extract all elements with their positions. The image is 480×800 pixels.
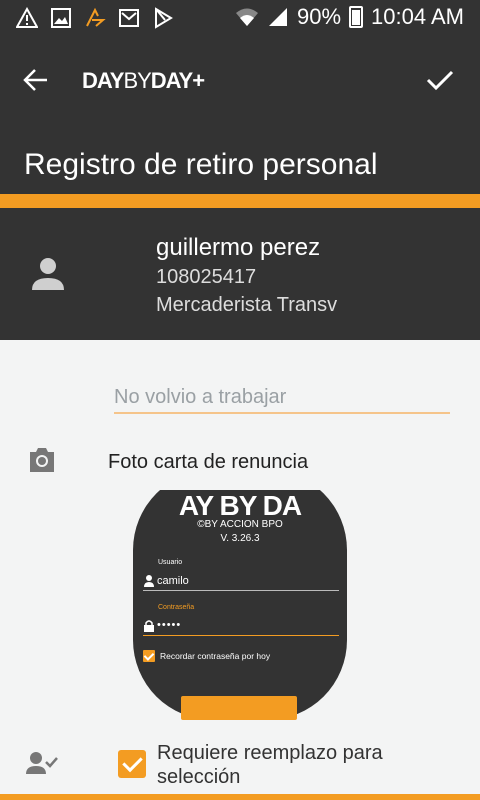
photo-content: AY BY DA ©BY ACCION BPO V. 3.26.3 Usuari… bbox=[133, 490, 347, 720]
replacement-checkbox[interactable] bbox=[118, 750, 146, 778]
preview-remember-label: Recordar contraseña por hoy bbox=[160, 651, 271, 661]
warning-icon bbox=[16, 7, 38, 28]
reason-value: No volvio a trabajar bbox=[114, 386, 287, 408]
preview-password-value: ••••• bbox=[157, 619, 182, 631]
play-store-icon bbox=[155, 7, 173, 29]
resignation-photo-preview[interactable]: AY BY DA ©BY ACCION BPO V. 3.26.3 Usuari… bbox=[133, 490, 347, 720]
preview-password-row: ••••• bbox=[143, 619, 339, 636]
status-bar: 90% 10:04 AM bbox=[0, 0, 480, 36]
employee-card: guillermo perez 108025417 Mercaderista T… bbox=[0, 208, 480, 340]
reason-field[interactable]: No volvio a trabajar bbox=[114, 372, 450, 414]
preview-remember: Recordar contraseña por hoy bbox=[143, 650, 270, 662]
image-icon bbox=[51, 8, 71, 28]
preview-brand: AY BY DA bbox=[178, 490, 302, 521]
bottom-accent-line bbox=[0, 794, 480, 800]
preview-by-line: ©BY ACCION BPO bbox=[197, 519, 283, 530]
photo-label: Foto carta de renuncia bbox=[108, 451, 309, 473]
wifi-icon bbox=[236, 8, 258, 26]
employee-document: 108025417 bbox=[156, 266, 257, 288]
preview-remember-checkbox bbox=[143, 650, 155, 662]
confirm-check-icon[interactable] bbox=[424, 64, 456, 96]
gmail-icon bbox=[119, 9, 139, 27]
app-bar: DAYBYDAY+ Registro de retiro personal bbox=[0, 36, 480, 194]
preview-password-label: Contraseña bbox=[158, 604, 195, 611]
employee-role: Mercaderista Transv bbox=[156, 294, 338, 316]
preview-user-row: camilo bbox=[143, 574, 339, 591]
user-icon bbox=[144, 575, 154, 587]
page-title: Registro de retiro personal bbox=[24, 148, 378, 181]
app-icon bbox=[86, 7, 106, 27]
signal-icon bbox=[269, 8, 287, 26]
clock: 10:04 AM bbox=[371, 4, 464, 29]
preview-user-value: camilo bbox=[157, 575, 189, 587]
preview-login-button bbox=[181, 696, 297, 720]
replacement-label: Requiere reemplazo para selección bbox=[157, 742, 383, 788]
lock-icon bbox=[144, 620, 154, 632]
person-icon bbox=[32, 258, 64, 290]
accent-strip bbox=[0, 194, 480, 208]
employee-name: guillermo perez bbox=[156, 234, 321, 261]
camera-icon[interactable] bbox=[26, 444, 58, 476]
battery-percent: 90% bbox=[297, 4, 342, 29]
preview-user-label: Usuario bbox=[158, 559, 183, 566]
battery-icon bbox=[349, 6, 364, 28]
person-check-icon bbox=[26, 752, 58, 774]
preview-version: V. 3.26.3 bbox=[220, 533, 260, 544]
app-logo: DAYBYDAY+ bbox=[82, 68, 205, 93]
back-arrow-icon[interactable] bbox=[20, 64, 52, 96]
